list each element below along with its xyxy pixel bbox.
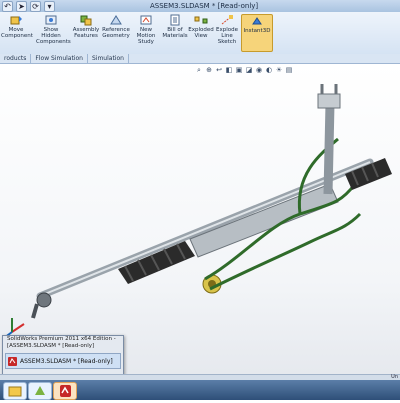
assembly-features-icon: [80, 15, 92, 26]
tab-simulation[interactable]: Simulation: [88, 54, 129, 63]
select-arrow-icon[interactable]: ➤: [16, 1, 27, 12]
reference-geometry-button[interactable]: Reference Geometry: [101, 14, 131, 39]
assembly-features-label: Assembly Features: [72, 27, 100, 39]
show-hidden-label: Show Hidden Components: [36, 27, 71, 45]
tab-flow-simulation[interactable]: Flow Simulation: [31, 54, 88, 63]
tab-products[interactable]: roducts: [0, 54, 32, 63]
assembly-features-button[interactable]: Assembly Features: [71, 14, 101, 39]
move-component-label: Move Component: [1, 27, 33, 39]
reference-geometry-label: Reference Geometry: [102, 27, 130, 39]
quick-access-toolbar: ↶ ➤ ⟳ ▾: [2, 1, 55, 12]
graphics-area[interactable]: ⌕ ⊕ ↩ ◧ ▣ ◪ ◉ ◐ ☀ ▤: [0, 64, 400, 374]
instant3d-label: Instant3D: [243, 28, 271, 34]
undo-icon[interactable]: ↶: [2, 1, 13, 12]
motion-study-icon: [140, 15, 152, 25]
ribbon-toolbar: Move Component Show Hidden Components As…: [0, 12, 400, 55]
options-icon[interactable]: ▾: [44, 1, 55, 12]
popup-line-1: SolidWorks Premium 2011 x64 Edition -: [7, 336, 116, 342]
show-hidden-icon: [45, 15, 57, 25]
windows-taskbar: [0, 380, 400, 400]
bill-of-materials-icon: [170, 14, 180, 26]
explode-line-sketch-button[interactable]: Explode Line Sketch: [212, 14, 242, 45]
popup-entry-label: ASSEM3.SLDASM * [Read-only]: [20, 357, 113, 365]
show-hidden-components-button[interactable]: Show Hidden Components: [36, 14, 71, 45]
window-title: ASSEM3.SLDASM * [Read-only]: [150, 2, 259, 10]
reference-geometry-icon: [110, 15, 122, 25]
move-component-button[interactable]: Move Component: [1, 14, 33, 39]
folder-icon: [8, 386, 22, 397]
windows-explorer-taskbar-icon[interactable]: [3, 382, 27, 400]
tie-rod-end: [31, 292, 52, 319]
solidworks-doc-icon: [8, 356, 17, 366]
move-component-icon: [10, 16, 22, 25]
steering-rack-model: [3, 84, 392, 339]
command-manager-tabs: roducts Flow Simulation Simulation: [0, 54, 400, 64]
explode-line-sketch-icon: [221, 15, 233, 25]
instant3d-button[interactable]: Instant3D: [241, 14, 273, 52]
pinned-app-taskbar-icon[interactable]: [28, 382, 52, 400]
instant3d-icon: [252, 17, 262, 25]
new-motion-study-label: New Motion Study: [136, 27, 156, 45]
new-motion-study-button[interactable]: New Motion Study: [131, 14, 161, 45]
rebuild-icon[interactable]: ⟳: [30, 1, 41, 12]
popup-line-2: [ASSEM3.SLDASM * [Read-only]: [7, 343, 95, 349]
solidworks-logo-icon: [60, 385, 71, 397]
taskbar-thumbnail-popup: SolidWorks Premium 2011 x64 Edition - [A…: [2, 335, 124, 377]
explode-line-sketch-label: Explode Line Sketch: [216, 27, 238, 45]
popup-window-entry[interactable]: ASSEM3.SLDASM * [Read-only]: [5, 353, 121, 369]
exploded-view-icon: [194, 16, 208, 24]
solidworks-taskbar-button[interactable]: [53, 382, 77, 400]
app-icon: [35, 386, 45, 395]
